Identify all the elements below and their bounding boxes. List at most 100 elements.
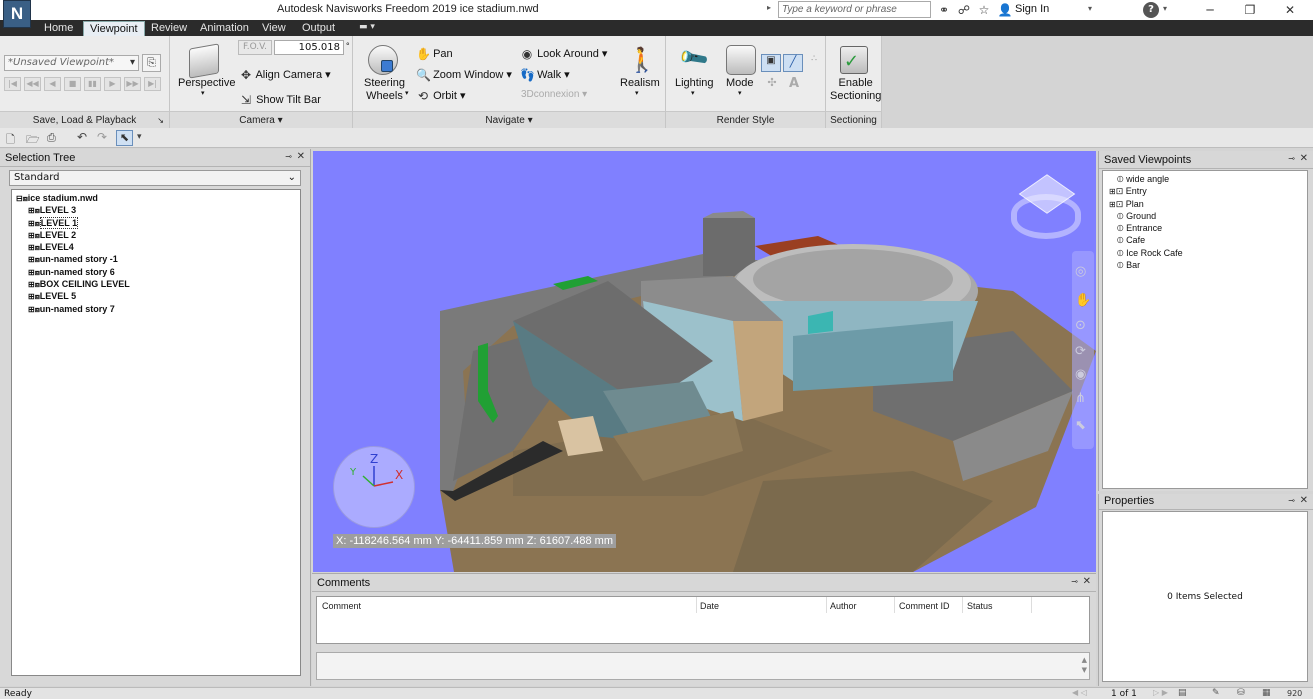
search-input[interactable]: Type a keyword or phrase (778, 1, 931, 18)
tree-item[interactable]: ⊞⧈un-named story 7 (16, 303, 130, 315)
properties-close-icon[interactable]: ✕ (1300, 495, 1308, 506)
restore-button[interactable]: ❐ (1230, 0, 1270, 20)
viewpoint-select[interactable]: *Unsaved Viewpoint* ▾ (4, 55, 139, 71)
viewpoint-item[interactable]: ⦶ Bar (1109, 259, 1183, 271)
lines-toggle-icon[interactable]: ╱ (783, 54, 803, 72)
viewpoint-item[interactable]: ⦶ wide angle (1109, 173, 1183, 185)
new-file-icon[interactable]: 🗋 (6, 131, 15, 150)
tab-viewpoint[interactable]: Viewpoint (83, 21, 145, 36)
tree-item[interactable]: ⊞⧈LEVEL4 (16, 241, 130, 253)
comments-pin-icon[interactable]: ⊸ (1071, 577, 1078, 586)
mode-dropdown-icon[interactable]: ▾ (738, 89, 742, 97)
align-camera-button[interactable]: ✥ Align Camera ▾ (239, 68, 331, 82)
nav-orbit-icon[interactable]: ⟳ (1075, 344, 1086, 359)
viewpoint-item[interactable]: ⦶ Entrance (1109, 222, 1183, 234)
look-around-button[interactable]: ◉ Look Around ▾ (520, 47, 608, 61)
realism-dropdown-icon[interactable]: ▾ (635, 89, 639, 97)
nav-walk-icon[interactable]: ⋔ (1075, 391, 1086, 406)
playback-last-icon[interactable]: ▶| (144, 77, 161, 91)
tree-item[interactable]: ⊞⧈un-named story 6 (16, 266, 130, 278)
tree-mode-select[interactable]: Standard ⌄ (9, 170, 301, 186)
viewpoint-item[interactable]: ⊞⊡ Plan (1109, 198, 1183, 210)
fov-input[interactable]: 105.018 (274, 40, 344, 55)
snap-points-icon[interactable]: ✣ (763, 76, 781, 94)
steering-wheels-button[interactable]: Steering Wheels (364, 77, 405, 103)
column-divider[interactable] (1031, 597, 1032, 613)
tree-item[interactable]: ⊞⧈LEVEL 2 (16, 229, 130, 241)
column-divider[interactable] (696, 597, 697, 613)
search-collapse-icon[interactable]: ▸ (767, 3, 771, 12)
sign-in-button[interactable]: Sign In (1015, 3, 1049, 15)
nav-pan-icon[interactable]: ✋ (1075, 293, 1091, 308)
open-file-icon[interactable]: 🗁 (26, 131, 40, 150)
undo-icon[interactable]: ↶ (77, 130, 87, 144)
disk-icon[interactable]: ⛁ (1237, 688, 1245, 698)
playback-step-forward-icon[interactable]: ▶▶ (124, 77, 141, 91)
communication-center-icon[interactable]: ☍ (956, 2, 972, 18)
column-author[interactable]: Author (830, 601, 857, 611)
column-comment[interactable]: Comment (322, 601, 361, 611)
pencil-icon[interactable]: ✎ (1212, 688, 1220, 698)
nav-select-icon[interactable]: ⬉ (1075, 418, 1086, 433)
sign-in-dropdown-icon[interactable]: ▾ (1088, 4, 1092, 13)
memory-icon[interactable]: ▦ (1262, 688, 1271, 698)
viewpoints-close-icon[interactable]: ✕ (1300, 153, 1308, 164)
viewpoint-item[interactable]: ⦶ Cafe (1109, 234, 1183, 246)
tree-root[interactable]: ⊟⧈ice stadium.nwd (16, 192, 130, 204)
comments-close-icon[interactable]: ✕ (1083, 576, 1091, 587)
minimize-button[interactable]: ─ (1190, 0, 1230, 20)
column-divider[interactable] (962, 597, 963, 613)
expand-icon[interactable]: ⊞ (28, 268, 35, 277)
zoom-window-button[interactable]: 🔍 Zoom Window ▾ (416, 68, 512, 82)
save-viewpoint-icon[interactable]: ⎘ (142, 54, 161, 72)
lighting-dropdown-icon[interactable]: ▾ (691, 89, 695, 97)
expand-icon[interactable]: ⊞ (28, 219, 35, 228)
pin-icon[interactable]: ⊸ (285, 152, 292, 161)
viewpoint-item[interactable]: ⊞⊡ Entry (1109, 185, 1183, 197)
tree-item[interactable]: ⊞⧈LEVEL 3 (16, 204, 130, 216)
column-comment-id[interactable]: Comment ID (899, 601, 950, 611)
tree-item[interactable]: ⊞⧈BOX CEILING LEVEL (16, 278, 130, 290)
show-tilt-bar-button[interactable]: ⇲ Show Tilt Bar (239, 93, 321, 107)
print-icon[interactable]: ⎙ (47, 131, 56, 145)
lighting-button[interactable]: Lighting (675, 77, 714, 89)
column-divider[interactable] (826, 597, 827, 613)
sheet-browser-icon[interactable]: ▤ (1178, 688, 1187, 698)
mode-button[interactable]: Mode (726, 77, 754, 89)
binoculars-icon[interactable]: ⚭ (936, 2, 952, 18)
nav-steering-wheel-icon[interactable]: ◎ (1075, 264, 1086, 279)
selection-tree-close-icon[interactable]: ✕ (297, 151, 305, 162)
nav-look-icon[interactable]: ◉ (1075, 367, 1086, 382)
expand-icon[interactable]: ⊞ (28, 280, 35, 289)
tree-item[interactable]: ⊞⧈LEVEL 1 (16, 216, 130, 229)
tab-animation[interactable]: Animation (194, 21, 255, 36)
surfaces-toggle-icon[interactable]: ▣ (761, 54, 781, 72)
enable-sectioning-button[interactable]: Enable Sectioning (830, 77, 881, 103)
help-icon[interactable]: ? (1143, 2, 1159, 18)
help-dropdown-icon[interactable]: ▾ (1163, 4, 1167, 13)
expand-icon[interactable]: ⊞ (28, 292, 35, 301)
3dconnexion-button[interactable]: 3Dconnexion ▾ (521, 89, 587, 100)
expand-icon[interactable]: ⊞ (28, 243, 35, 252)
column-status[interactable]: Status (967, 601, 993, 611)
tab-view[interactable]: View (256, 21, 292, 36)
qat-customize-icon[interactable]: ▾ (137, 132, 142, 142)
playback-pause-icon[interactable]: ▮▮ (84, 77, 101, 91)
playback-play-icon[interactable]: ▶ (104, 77, 121, 91)
walk-button[interactable]: 👣 Walk ▾ (520, 68, 570, 82)
orbit-button[interactable]: ⟲ Orbit ▾ (416, 89, 466, 103)
redo-icon[interactable]: ↷ (97, 130, 107, 144)
select-cursor-icon[interactable]: ⬉ (116, 130, 133, 146)
nav-zoom-icon[interactable]: ⊙ (1075, 318, 1086, 333)
expand-icon[interactable]: ⊞ (28, 305, 35, 314)
playback-stop-icon[interactable]: ■ (64, 77, 81, 91)
column-date[interactable]: Date (700, 601, 719, 611)
playback-first-icon[interactable]: |◀ (4, 77, 21, 91)
playback-step-back-icon[interactable]: ◀◀ (24, 77, 41, 91)
extra-tab-dropdown-icon[interactable]: ▬ ▾ (359, 22, 383, 34)
tab-output[interactable]: Output (296, 21, 341, 36)
perspective-button[interactable]: Perspective (178, 77, 235, 89)
expand-icon[interactable]: ⊞ (1109, 187, 1116, 196)
points-toggle-icon[interactable]: ∴ (805, 54, 823, 72)
close-button[interactable]: ✕ (1270, 0, 1310, 20)
